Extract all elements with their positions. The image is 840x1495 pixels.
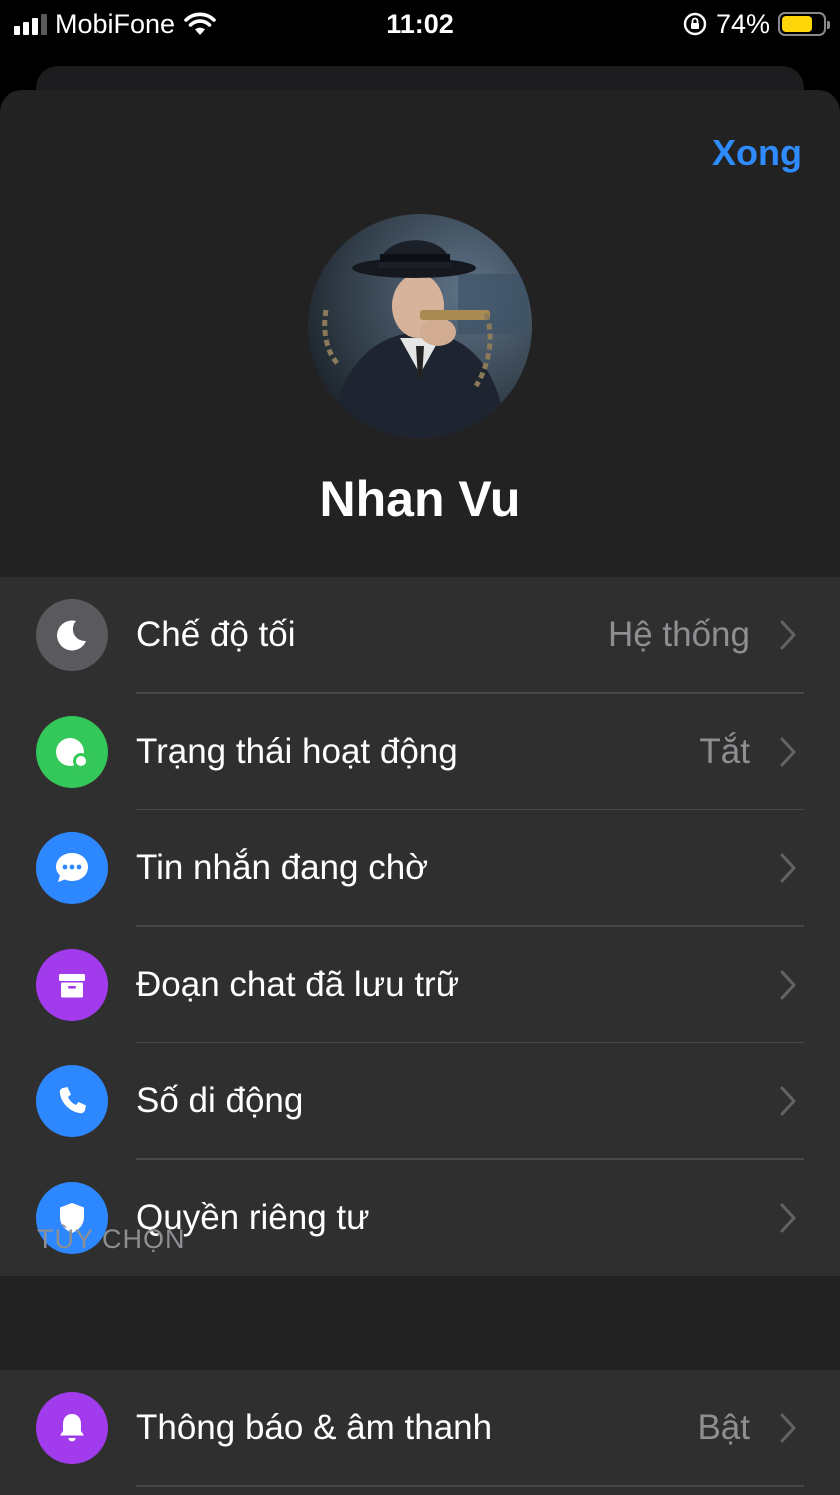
chevron-right-icon: [780, 853, 796, 883]
chevron-right-icon: [780, 737, 796, 767]
row-value: Tắt: [699, 731, 750, 771]
screen: MobiFone 11:02 74% Xong Nhan Vu Chế độ t…: [0, 0, 840, 1495]
battery-percent: 74%: [715, 8, 770, 39]
archive-box-icon: [36, 948, 108, 1021]
battery-level: [782, 16, 812, 32]
options-group: Thông báo & âm thanh Bật: [0, 1370, 840, 1495]
battery-icon: [778, 12, 830, 36]
row-separator: [136, 1485, 804, 1487]
carrier-name: MobiFone: [55, 8, 176, 39]
row-value: Hệ thống: [607, 615, 750, 655]
orientation-lock-icon: [683, 12, 707, 36]
row-label: Đoạn chat đã lưu trữ: [136, 964, 460, 1004]
section-header-options: TÙY CHỌN: [37, 1224, 186, 1254]
moon-icon: [36, 599, 108, 672]
active-status-icon: [36, 715, 108, 788]
status-left: MobiFone: [14, 9, 217, 40]
wifi-icon: [184, 12, 216, 35]
row-archived-chats[interactable]: Đoạn chat đã lưu trữ: [0, 927, 840, 1043]
message-bubble-icon: [36, 832, 108, 905]
chevron-right-icon: [780, 620, 796, 650]
bell-icon: [36, 1392, 108, 1465]
avatar-photo: [308, 214, 532, 438]
chevron-right-icon: [780, 1086, 796, 1116]
row-label: Trạng thái hoạt động: [136, 731, 458, 771]
row-active-status[interactable]: Trạng thái hoạt động Tắt: [0, 694, 840, 810]
profile-name: Nhan Vu: [319, 471, 521, 527]
status-right: 74%: [682, 8, 830, 40]
row-label: Thông báo & âm thanh: [136, 1408, 493, 1448]
done-button[interactable]: Xong: [712, 132, 802, 174]
row-dark-mode[interactable]: Chế độ tối Hệ thống: [0, 577, 840, 694]
avatar[interactable]: [308, 214, 532, 438]
row-privacy[interactable]: Quyền riêng tư: [0, 1160, 840, 1277]
chevron-right-icon: [780, 970, 796, 1000]
status-bar: MobiFone 11:02 74%: [0, 0, 840, 48]
row-label: Tin nhắn đang chờ: [136, 848, 429, 888]
row-label: Chế độ tối: [136, 615, 296, 655]
row-value: Bật: [697, 1408, 750, 1448]
row-label: Số di động: [136, 1081, 304, 1121]
cellular-signal-icon: [14, 13, 47, 35]
row-phone-number[interactable]: Số di động: [0, 1043, 840, 1160]
chevron-right-icon: [780, 1413, 796, 1443]
phone-icon: [36, 1065, 108, 1138]
settings-group: Chế độ tối Hệ thống Trạng thái hoạt động…: [0, 577, 840, 1276]
row-pending-messages[interactable]: Tin nhắn đang chờ: [0, 810, 840, 927]
chevron-right-icon: [780, 1203, 796, 1233]
row-notifications-sounds[interactable]: Thông báo & âm thanh Bật: [0, 1370, 840, 1487]
